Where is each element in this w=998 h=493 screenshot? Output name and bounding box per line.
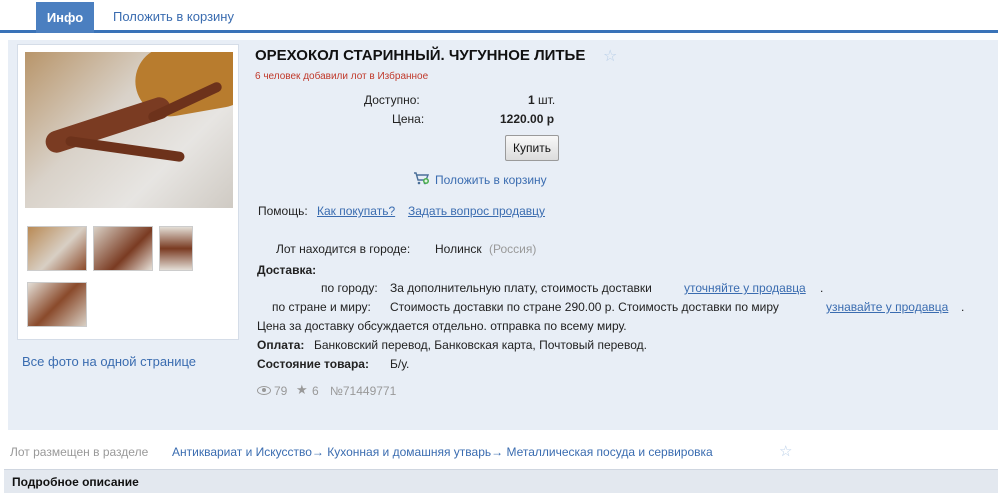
location-country: (Россия) [489, 242, 537, 256]
tab-add-to-cart[interactable]: Положить в корзину [113, 9, 234, 24]
delivery-world-text: Стоимость доставки по стране 290.00 р. С… [390, 300, 779, 314]
photo-gallery [17, 44, 239, 340]
delivery-world-dot: . [961, 300, 965, 314]
tab-bar: Инфо Положить в корзину [0, 0, 998, 33]
description-title: Подробное описание [12, 475, 139, 489]
delivery-city-text: За дополнительную плату, стоимость доста… [390, 281, 652, 295]
delivery-world-label: по стране и миру: [272, 300, 371, 314]
thumbnail-1[interactable] [27, 226, 87, 271]
price-label: Цена: [392, 112, 425, 126]
tab-info[interactable]: Инфо [36, 2, 94, 33]
thumbnail-2[interactable] [93, 226, 153, 271]
all-photos-link[interactable]: Все фото на одной странице [22, 354, 196, 369]
delivery-city-link[interactable]: уточняйте у продавца [684, 281, 806, 295]
help-label: Помощь: [258, 204, 308, 218]
ask-seller-link[interactable]: Задать вопрос продавцу [408, 204, 545, 218]
views-count: 79 [274, 384, 288, 398]
payment-value: Банковский перевод, Банковская карта, По… [314, 338, 647, 352]
delivery-label: Доставка: [257, 263, 317, 277]
delivery-city-dot: . [820, 281, 824, 295]
available-qty: 1 [528, 93, 535, 107]
thumbnail-3[interactable] [159, 226, 193, 271]
condition-value: Б/у. [390, 357, 410, 371]
lot-title: ОРЕХОКОЛ СТАРИННЫЙ. ЧУГУННОЕ ЛИТЬЕ [255, 47, 586, 64]
photo-nutcracker-handle [64, 135, 186, 163]
add-to-cart-link[interactable]: Положить в корзину [435, 173, 547, 187]
category-breadcrumb[interactable]: Антиквариат и Искусство→ Кухонная и дома… [172, 445, 713, 459]
location-city: Нолинск [435, 242, 482, 256]
delivery-world-link[interactable]: узнавайте у продавца [826, 300, 948, 314]
lot-title-row: ОРЕХОКОЛ СТАРИННЫЙ. ЧУГУННОЕ ЛИТЬЕ ☆ [255, 47, 617, 65]
description-header: Подробное описание [4, 469, 998, 493]
category-star-icon[interactable]: ☆ [779, 442, 792, 460]
cart-icon[interactable] [413, 171, 429, 185]
main-photo[interactable] [25, 52, 233, 208]
payment-label: Оплата: [257, 338, 305, 352]
delivery-city-label: по городу: [321, 281, 378, 295]
buy-button[interactable]: Купить [505, 135, 559, 161]
available-label: Доступно: [364, 93, 420, 107]
condition-label: Состояние товара: [257, 357, 369, 371]
lot-number: №71449771 [330, 384, 397, 398]
price-value: 1220.00 р [500, 112, 555, 126]
thumbnail-4[interactable] [27, 282, 87, 327]
location-label: Лот находится в городе: [276, 242, 411, 256]
category-label: Лот размещен в разделе [10, 445, 149, 459]
favorites-star-icon: ★ [296, 382, 308, 397]
available-unit: шт. [538, 93, 556, 107]
delivery-note: Цена за доставку обсуждается отдельно. о… [257, 319, 627, 333]
favorites-note: 6 человек добавили лот в Избранное [255, 71, 429, 82]
available-value: 1 шт. [528, 93, 555, 107]
views-eye-icon [257, 386, 271, 395]
how-to-buy-link[interactable]: Как покупать? [317, 204, 395, 218]
favorite-star-icon[interactable]: ☆ [603, 46, 617, 66]
favorites-count: 6 [312, 384, 319, 398]
